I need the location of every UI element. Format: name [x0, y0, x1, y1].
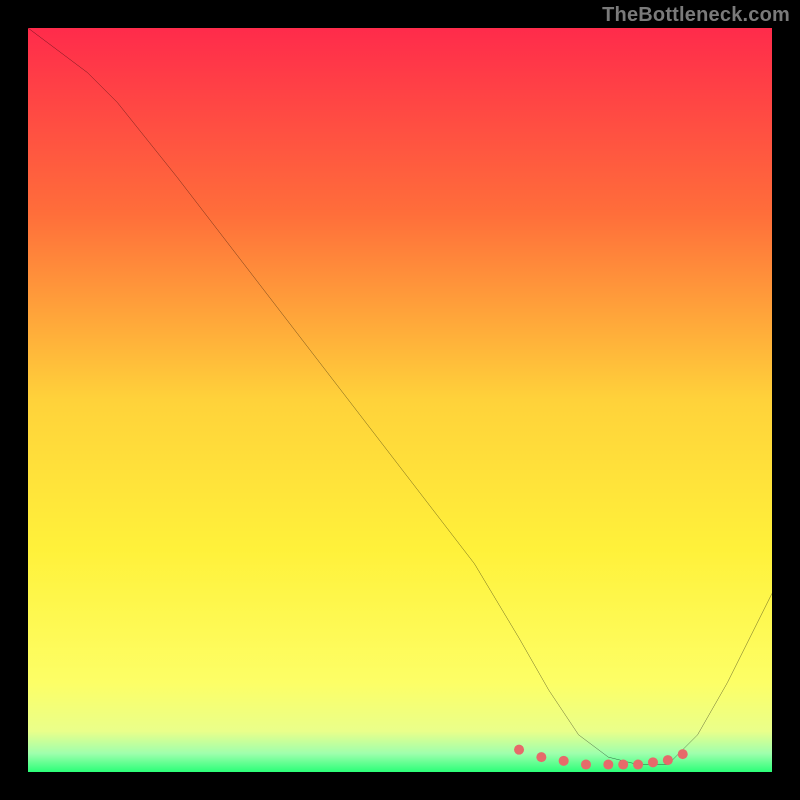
- valley-dot: [536, 752, 546, 762]
- valley-dot: [514, 745, 524, 755]
- valley-dot: [559, 756, 569, 766]
- watermark-text: TheBottleneck.com: [602, 4, 790, 27]
- valley-dot: [618, 760, 628, 770]
- valley-dot: [581, 760, 591, 770]
- chart-frame: TheBottleneck.com: [0, 0, 800, 800]
- valley-dot: [678, 749, 688, 759]
- valley-dot: [648, 757, 658, 767]
- plot-area: [28, 28, 772, 772]
- valley-dot: [633, 760, 643, 770]
- bottleneck-chart: [28, 28, 772, 772]
- valley-dot: [603, 760, 613, 770]
- valley-dot: [663, 755, 673, 765]
